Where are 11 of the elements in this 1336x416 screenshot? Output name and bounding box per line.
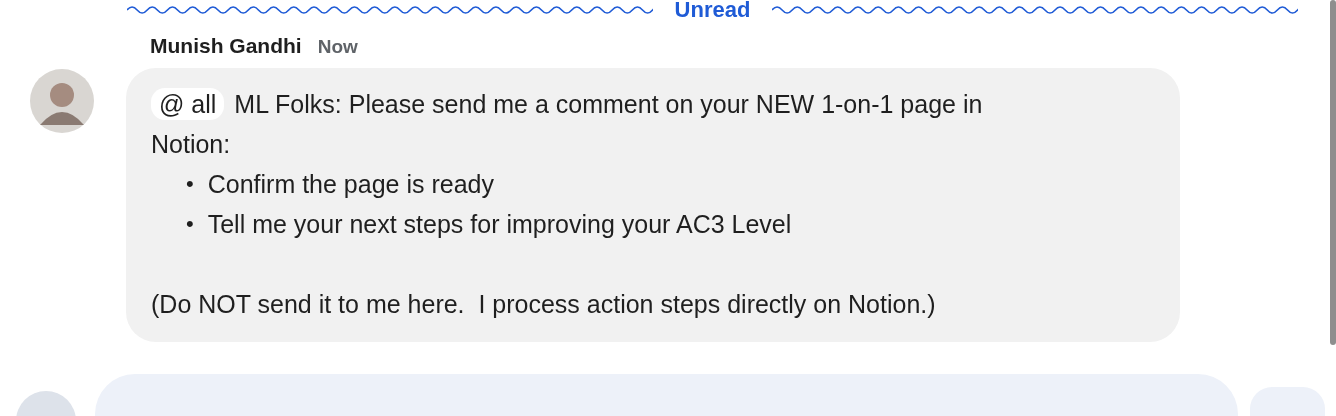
bullet-marker: • xyxy=(186,170,194,198)
message-text: (Do NOT send it to me here. I process action steps directly on Notion.) xyxy=(151,289,937,320)
unread-label: Unread xyxy=(674,0,751,23)
bullet-item: Tell me your next steps for improving your AC3 Level xyxy=(207,209,792,240)
message-time: Now xyxy=(317,36,358,58)
sender-name[interactable]: Munish Gandhi xyxy=(150,34,302,58)
bullet-item: Confirm the page is ready xyxy=(207,169,494,200)
avatar[interactable] xyxy=(30,69,94,133)
scrollbar[interactable] xyxy=(1330,0,1336,345)
message-text: @ all ML Folks: Please send me a comment on your NEW 1-on-1 page in Notion: xyxy=(151,87,984,160)
bullet-marker: • xyxy=(186,210,194,238)
